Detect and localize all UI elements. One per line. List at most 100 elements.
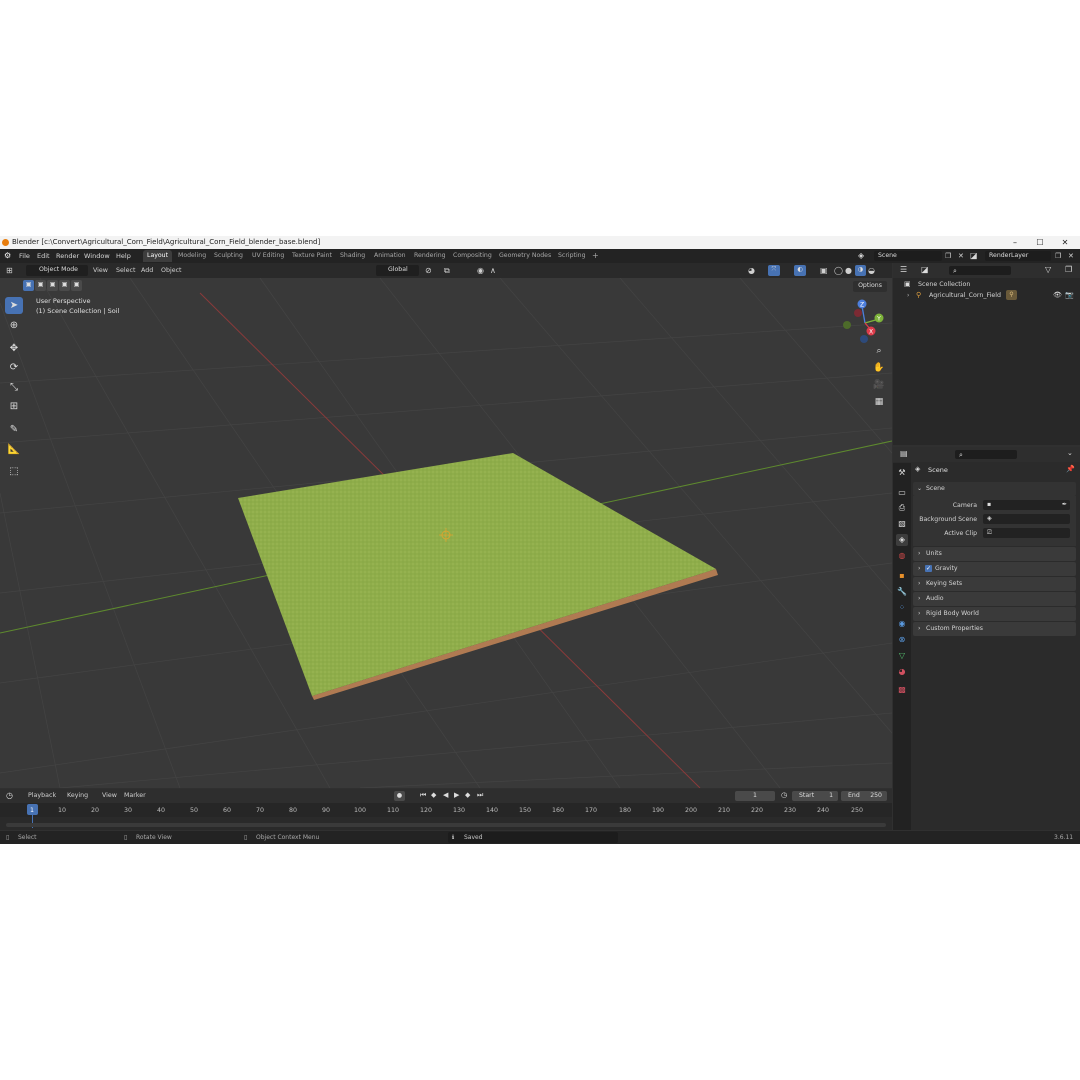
xray-icon[interactable]: ▣ (820, 263, 828, 278)
play-reverse-icon[interactable]: ◀ (443, 791, 448, 799)
active-clip-field[interactable]: ⎚ (983, 528, 1070, 538)
visibility-icon[interactable]: ◕ (748, 263, 755, 278)
play-icon[interactable]: ▶ (454, 791, 459, 799)
render-tab-icon[interactable]: ▭ (896, 487, 908, 499)
proportional-edit-icon[interactable]: ◉ (477, 263, 484, 278)
menu-add[interactable]: Add (141, 263, 153, 278)
add-cube-tool-icon[interactable]: ⬚ (5, 463, 23, 480)
select-intersect-icon[interactable]: ▣ (71, 280, 82, 291)
cursor-tool-icon[interactable]: ⊕ (5, 317, 23, 334)
new-scene-icon[interactable]: ❐ (945, 249, 951, 263)
pin-icon[interactable]: 📌 (1066, 465, 1075, 473)
tool-tab-icon[interactable]: ⚒ (896, 467, 908, 479)
prev-keyframe-icon[interactable]: ◆ (431, 791, 436, 799)
rotate-tool-icon[interactable]: ⟳ (5, 359, 23, 376)
transform-orientation-selector[interactable]: Global (376, 265, 419, 276)
rigid-body-world-panel-header[interactable]: › Rigid Body World (913, 607, 1076, 621)
rendered-shading-icon[interactable]: ◒ (868, 263, 875, 278)
material-shading-icon[interactable]: ◑ (855, 265, 866, 276)
current-frame-field[interactable]: 1 (735, 791, 775, 801)
expand-chevron-icon[interactable]: › (907, 292, 909, 299)
scene-collection-label[interactable]: Scene Collection (918, 281, 970, 288)
audio-panel-header[interactable]: › Audio (913, 592, 1076, 606)
menu-edit[interactable]: Edit (37, 249, 50, 263)
world-tab-icon[interactable]: ◍ (896, 550, 908, 562)
menu-window[interactable]: Window (84, 249, 110, 263)
texture-tab-icon[interactable]: ▩ (896, 684, 908, 696)
modifier-tab-icon[interactable]: 🔧 (896, 586, 908, 598)
gizmo-toggle-icon[interactable]: ⤧ (768, 265, 780, 276)
eyedropper-icon[interactable]: ✒ (1062, 500, 1067, 510)
stopwatch-icon[interactable]: ◷ (781, 791, 787, 799)
select-box-tool-icon[interactable]: ➤ (5, 297, 23, 314)
filter-icon[interactable]: ▽ (1045, 265, 1051, 274)
gravity-panel-header[interactable]: › ✓ Gravity (913, 562, 1076, 576)
camera-view-icon[interactable]: 🎥 (871, 378, 887, 392)
menu-marker[interactable]: Marker (124, 792, 146, 799)
options-dropdown[interactable]: Options (853, 281, 887, 292)
select-subtract-icon[interactable]: ▣ (47, 280, 58, 291)
properties-search-input[interactable]: ⌕ (955, 450, 1017, 459)
next-keyframe-icon[interactable]: ◆ (465, 791, 470, 799)
ortho-grid-icon[interactable]: ▦ (871, 395, 887, 409)
tab-animation[interactable]: Animation (370, 250, 410, 262)
pan-hand-icon[interactable]: ✋ (871, 361, 887, 375)
tab-scripting[interactable]: Scripting (554, 250, 590, 262)
physics-tab-icon[interactable]: ◉ (896, 618, 908, 630)
tab-geometry-nodes[interactable]: Geometry Nodes (495, 250, 555, 262)
view-layer-selector[interactable]: RenderLayer (985, 251, 1051, 261)
menu-timeline-view[interactable]: View (102, 792, 117, 799)
scale-tool-icon[interactable]: ⤡ (5, 379, 23, 396)
chevron-down-icon[interactable]: ⌄ (1067, 449, 1073, 457)
menu-render[interactable]: Render (56, 249, 79, 263)
grass-plane[interactable] (238, 453, 716, 696)
tab-compositing[interactable]: Compositing (449, 250, 496, 262)
menu-object[interactable]: Object (161, 263, 182, 278)
3d-viewport[interactable]: Z Y X ⊞ Object Mode View Select Add Obje… (0, 263, 892, 788)
minimize-button[interactable]: – (1004, 236, 1026, 249)
zoom-icon[interactable]: ⌕ (871, 344, 887, 358)
custom-properties-panel-header[interactable]: › Custom Properties (913, 622, 1076, 636)
menu-help[interactable]: Help (116, 249, 131, 263)
outliner-editor-icon[interactable]: ☰ (900, 265, 907, 274)
record-icon[interactable]: ● (394, 791, 405, 801)
measure-tool-icon[interactable]: 📐 (5, 441, 23, 458)
select-invert-icon[interactable]: ▣ (59, 280, 70, 291)
start-frame-field[interactable]: Start 1 (792, 791, 838, 801)
background-scene-field[interactable]: ◈ (983, 514, 1070, 524)
solid-shading-icon[interactable]: ● (845, 263, 852, 278)
camera-field[interactable]: ▪ ✒ (983, 500, 1070, 510)
end-frame-field[interactable]: End 250 (841, 791, 887, 801)
scene-panel-header[interactable]: ⌄ Scene (913, 482, 1076, 496)
falloff-icon[interactable]: ∧ (490, 263, 496, 278)
particles-tab-icon[interactable]: ⁘ (896, 602, 908, 614)
transform-tool-icon[interactable]: ⊞ (5, 398, 23, 415)
jump-start-icon[interactable]: ⏮ (420, 791, 426, 800)
blender-menu-icon[interactable]: ⚙ (4, 249, 11, 263)
jump-end-icon[interactable]: ⏭ (477, 791, 483, 800)
tab-texture-paint[interactable]: Texture Paint (288, 250, 336, 262)
mode-selector[interactable]: Object Mode (26, 265, 88, 276)
menu-playback[interactable]: Playback (28, 792, 56, 799)
render-camera-icon[interactable]: 📷 (1065, 291, 1074, 299)
data-tab-icon[interactable]: ▽ (896, 650, 908, 662)
tab-uv-editing[interactable]: UV Editing (248, 250, 288, 262)
select-extend-icon[interactable]: ▣ (35, 280, 46, 291)
visibility-eye-icon[interactable]: 👁 (1053, 291, 1062, 299)
close-button[interactable]: ✕ (1054, 236, 1076, 249)
timeline-scrollbar[interactable] (6, 823, 886, 827)
new-collection-icon[interactable]: ❐ (1065, 265, 1072, 274)
tab-shading[interactable]: Shading (336, 250, 369, 262)
editor-type-icon[interactable]: ⊞ (6, 263, 13, 278)
tab-layout[interactable]: Layout (143, 250, 173, 262)
menu-select[interactable]: Select (116, 263, 135, 278)
menu-keying[interactable]: Keying (67, 792, 88, 799)
delete-scene-icon[interactable]: ✕ (958, 249, 964, 263)
maximize-button[interactable]: ☐ (1029, 236, 1051, 249)
keying-sets-panel-header[interactable]: › Keying Sets (913, 577, 1076, 591)
outliner-item-label[interactable]: Agricultural_Corn_Field (929, 292, 1001, 299)
overlay-toggle-icon[interactable]: ◐ (794, 265, 806, 276)
display-mode-icon[interactable]: ◪ (921, 265, 929, 274)
pivot-icon[interactable]: ⊘ (425, 263, 432, 278)
select-new-icon[interactable]: ▣ (23, 280, 34, 291)
